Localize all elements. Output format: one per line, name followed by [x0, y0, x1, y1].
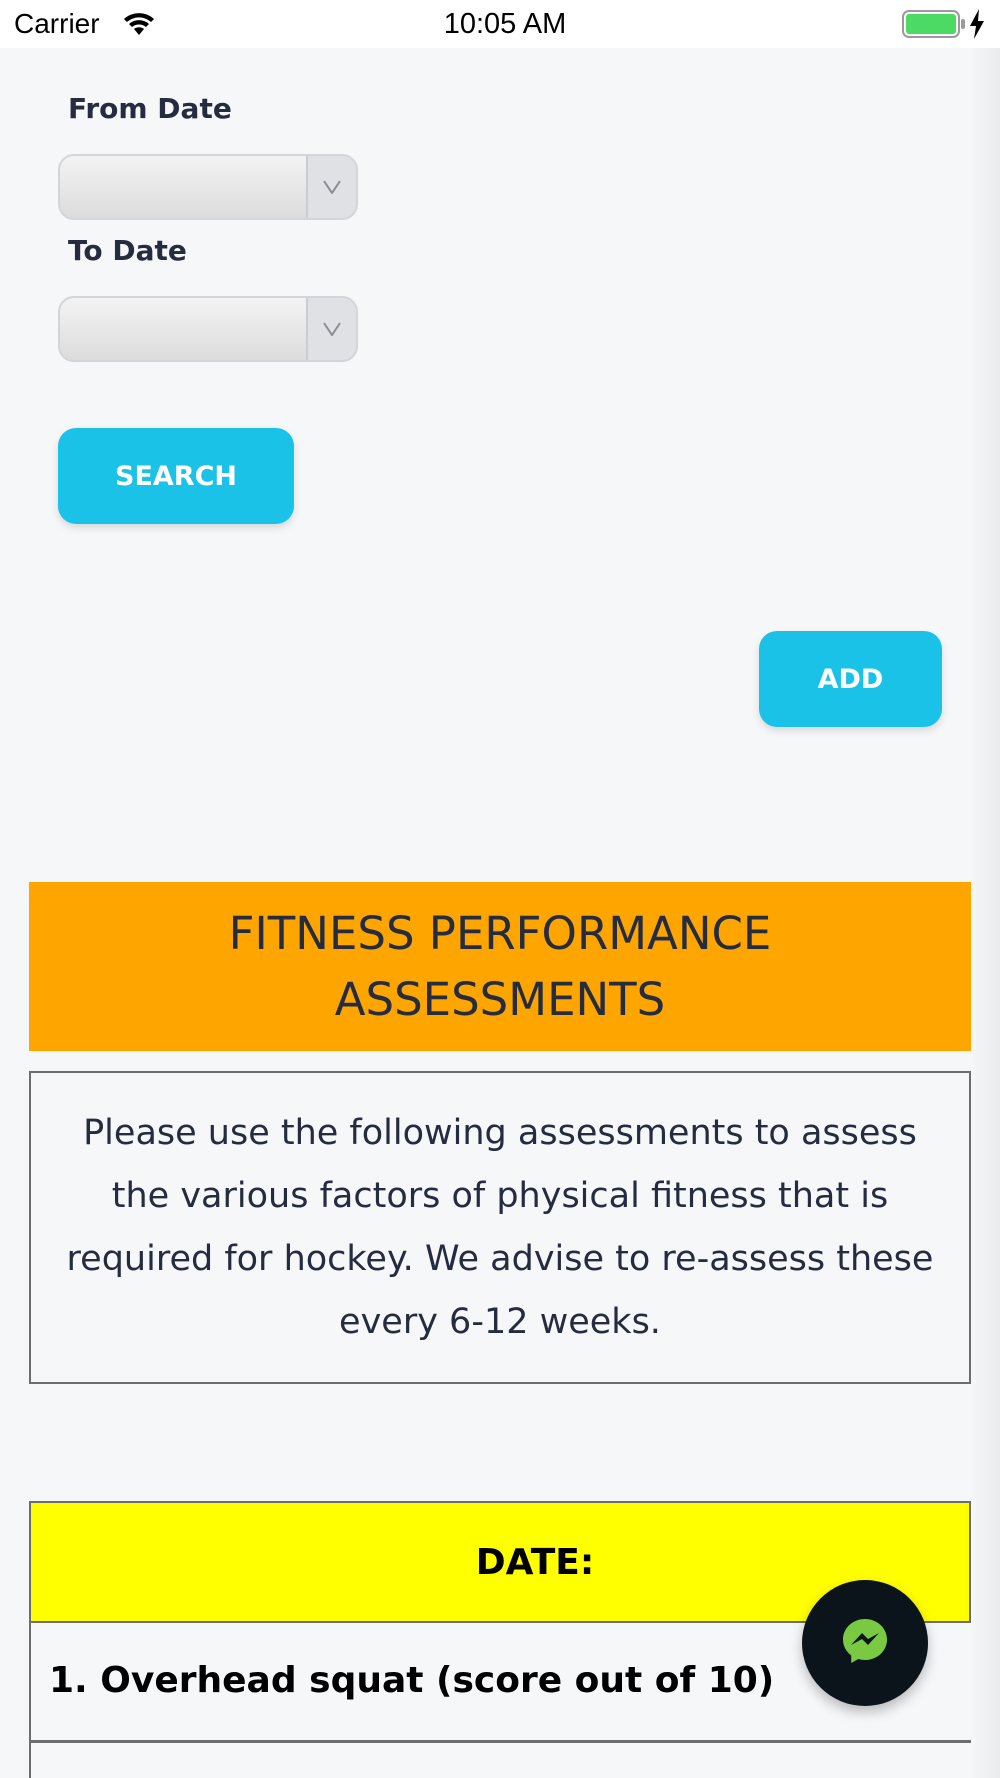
scroll-edge: [970, 48, 1000, 1778]
status-bar: Carrier 10:05 AM: [0, 0, 1000, 48]
to-date-label: To Date: [68, 234, 187, 267]
clock: 10:05 AM: [443, 8, 567, 40]
table-row: [29, 1743, 971, 1778]
add-button[interactable]: ADD: [759, 631, 942, 727]
info-text: Please use the following assessments to …: [66, 1112, 934, 1342]
messenger-icon: [840, 1616, 890, 1670]
table-row-label: 1. Overhead squat (score out of 10): [49, 1660, 775, 1701]
chevron-down-icon[interactable]: [306, 156, 356, 218]
messenger-button[interactable]: [802, 1580, 928, 1706]
table-header-label: DATE:: [475, 1541, 595, 1583]
charging-icon: [969, 9, 985, 43]
banner-title: FITNESS PERFORMANCE ASSESSMENTS: [228, 906, 772, 1026]
from-date-label: From Date: [68, 92, 232, 125]
battery-icon: [902, 10, 966, 42]
to-date-select[interactable]: [58, 296, 358, 362]
search-button[interactable]: SEARCH: [58, 428, 294, 524]
info-box: Please use the following assessments to …: [29, 1071, 971, 1384]
section-banner: FITNESS PERFORMANCE ASSESSMENTS: [29, 882, 971, 1051]
from-date-select[interactable]: [58, 154, 358, 220]
chevron-down-icon[interactable]: [306, 298, 356, 360]
